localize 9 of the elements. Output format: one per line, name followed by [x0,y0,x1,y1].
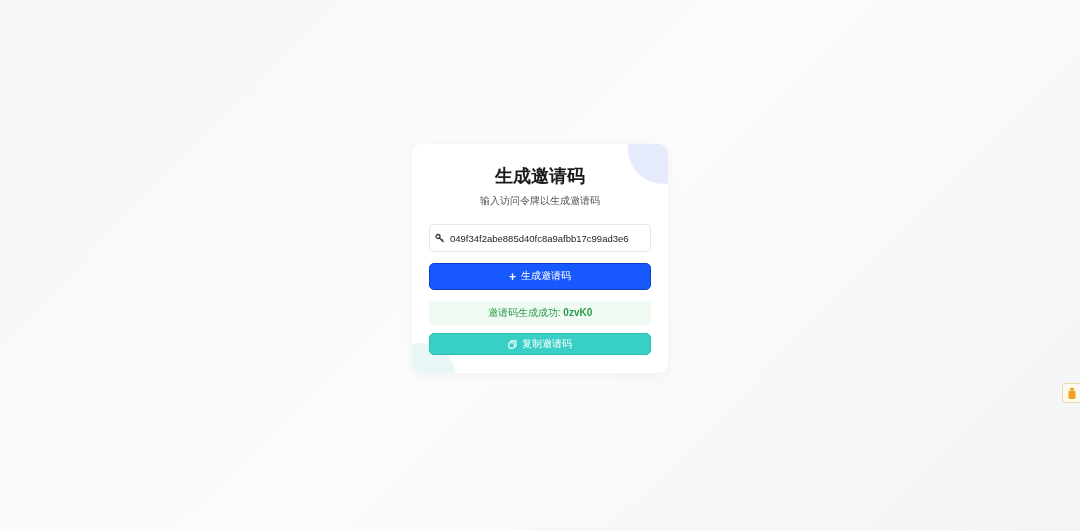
card-title: 生成邀请码 [494,165,586,188]
copy-icon [508,339,517,349]
jar-icon [1067,387,1076,399]
side-widget-button[interactable] [1062,383,1080,403]
success-message: 邀请码生成成功: 0zvK0 [429,301,651,325]
card-subtitle: 输入访问令牌以生成邀请码 [479,194,601,208]
key-icon [435,233,445,243]
generate-button[interactable]: + 生成邀请码 [429,263,651,290]
token-field[interactable]: 049f34f2abe885d40fc8a9afbb17c99ad3e6 [429,224,651,252]
